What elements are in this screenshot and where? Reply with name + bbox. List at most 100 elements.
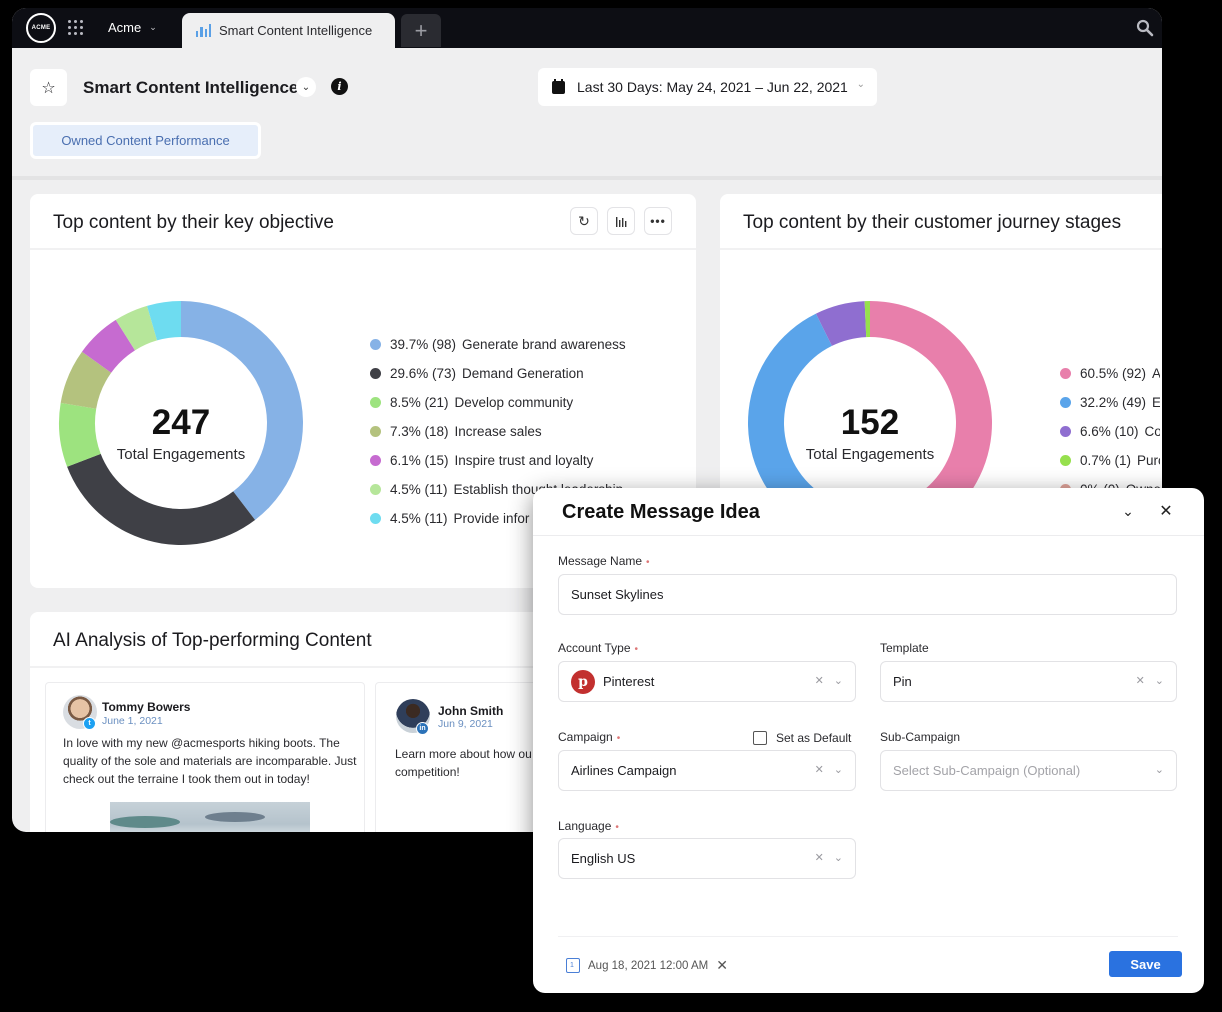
legend-label: Generate brand awareness <box>462 337 626 352</box>
legend-swatch <box>370 368 381 379</box>
set-as-default-checkbox[interactable] <box>753 731 767 745</box>
chevron-down-icon: ⌄ <box>1122 502 1134 519</box>
post-author: John Smith <box>438 704 504 718</box>
legend-swatch <box>1060 397 1071 408</box>
dashboard-switcher-button[interactable]: ⌄ <box>296 77 316 97</box>
legend-swatch <box>370 426 381 437</box>
legend-label: E <box>1152 395 1160 410</box>
legend-item[interactable]: 39.7% (98) Generate brand awareness <box>370 330 626 359</box>
clear-schedule-icon[interactable]: ✕ <box>716 957 728 974</box>
required-indicator: • <box>646 557 650 568</box>
card-title: AI Analysis of Top-performing Content <box>53 630 372 651</box>
legend-label: Inspire trust and loyalty <box>454 453 594 468</box>
chevron-down-icon: ⌄ <box>301 81 311 93</box>
new-tab-button[interactable]: + <box>401 14 441 47</box>
schedule-date: Aug 18, 2021 12:00 AM <box>588 959 709 972</box>
tab-label: Smart Content Intelligence <box>219 23 373 38</box>
total-engagements-value: 152 <box>840 403 900 442</box>
required-indicator: • <box>634 644 639 655</box>
campaign-label: Campaign • <box>558 730 620 744</box>
calendar-icon[interactable] <box>566 958 580 973</box>
legend-label: Provide infor <box>453 511 530 526</box>
post-author: Tommy Bowers <box>102 700 191 714</box>
language-label: Language • <box>558 819 619 833</box>
language-select[interactable]: English US ✕ ⌄ <box>558 838 856 879</box>
bar-chart-icon <box>616 217 627 227</box>
view-tab-owned-content-performance[interactable]: Owned Content Performance <box>30 122 261 159</box>
donut-slice[interactable] <box>67 453 256 545</box>
clear-icon[interactable]: ✕ <box>815 674 824 687</box>
refresh-button[interactable]: ↻ <box>570 207 598 235</box>
legend-item[interactable]: 7.3% (18) Increase sales <box>370 417 626 446</box>
campaign-value: Airlines Campaign <box>571 763 677 778</box>
legend-label: Develop community <box>454 395 574 410</box>
acme-logo[interactable]: ACME <box>26 13 56 43</box>
chevron-down-icon: ⌄ <box>833 675 843 687</box>
search-icon[interactable] <box>1136 19 1154 37</box>
legend-label: Co <box>1144 424 1160 439</box>
total-engagements-label: Total Engagements <box>805 446 935 463</box>
refresh-icon: ↻ <box>578 212 590 229</box>
clear-icon[interactable]: ✕ <box>815 851 824 864</box>
campaign-select[interactable]: Airlines Campaign ✕ ⌄ <box>558 750 856 791</box>
post-body: In love with my new @acmesports hiking b… <box>63 736 357 786</box>
post-image <box>110 802 310 832</box>
legend-item[interactable]: 0.7% (1) Purc <box>1060 446 1160 475</box>
message-name-label: Message Name • <box>558 554 650 568</box>
chart-type-button[interactable] <box>607 207 635 235</box>
top-bar: ACME Acme ⌄ Smart Content Intelligence + <box>12 8 1162 48</box>
account-type-select[interactable]: p Pinterest ✕ ⌄ <box>558 661 856 702</box>
legend-value: 4.5% (11) <box>390 511 448 526</box>
sub-campaign-select[interactable]: Select Sub-Campaign (Optional) ⌄ <box>880 750 1177 791</box>
dialog-divider <box>533 535 1204 536</box>
chevron-down-icon: ⌄ <box>1154 675 1164 687</box>
collapse-dialog-button[interactable]: ⌄ <box>1118 501 1138 521</box>
donut-center: 152 Total Engagements <box>770 405 970 463</box>
create-message-idea-dialog: Create Message Idea ⌄ ✕ Message Name • Su… <box>533 488 1204 993</box>
total-engagements-label: Total Engagements <box>116 446 246 463</box>
chevron-down-icon: ⌄ <box>833 764 843 776</box>
org-switcher[interactable]: Acme ⌄ <box>108 20 157 35</box>
chevron-down-icon: ⌄ <box>149 22 157 32</box>
twitter-icon: t <box>83 717 96 730</box>
total-engagements-value: 247 <box>151 403 211 442</box>
chart-icon <box>196 24 211 37</box>
legend-swatch <box>370 484 381 495</box>
save-button[interactable]: Save <box>1109 951 1182 977</box>
legend-item[interactable]: 32.2% (49) E <box>1060 388 1160 417</box>
clear-icon[interactable]: ✕ <box>1136 674 1145 687</box>
info-icon[interactable]: i <box>331 78 348 95</box>
date-range-picker[interactable]: Last 30 Days: May 24, 2021 – Jun 22, 202… <box>538 68 877 106</box>
legend-label: Purc <box>1137 453 1160 468</box>
legend-item[interactable]: 8.5% (21) Develop community <box>370 388 626 417</box>
required-indicator: • <box>615 822 619 833</box>
linkedin-icon: in <box>416 722 429 735</box>
sub-campaign-label: Sub-Campaign <box>880 730 961 744</box>
legend-item[interactable]: 6.6% (10) Co <box>1060 417 1160 446</box>
card-divider <box>720 248 1162 250</box>
tab-smart-content-intelligence[interactable]: Smart Content Intelligence <box>182 13 395 48</box>
legend-value: 29.6% (73) <box>390 366 457 381</box>
post-date: June 1, 2021 <box>102 715 163 727</box>
more-icon: ••• <box>650 214 666 228</box>
legend-item[interactable]: 29.6% (73) Demand Generation <box>370 359 626 388</box>
page-title: Smart Content Intelligence <box>83 78 299 97</box>
app-launcher-icon[interactable] <box>68 20 84 36</box>
legend-item[interactable]: 60.5% (92) A <box>1060 359 1160 388</box>
legend-value: 6.1% (15) <box>390 453 449 468</box>
clear-icon[interactable]: ✕ <box>815 763 824 776</box>
more-options-button[interactable]: ••• <box>644 207 672 235</box>
set-as-default-label[interactable]: Set as Default <box>776 731 851 745</box>
template-select[interactable]: Pin ✕ ⌄ <box>880 661 1177 702</box>
post-card[interactable]: t Tommy Bowers June 1, 2021 In love with… <box>45 682 365 832</box>
schedule-info: Aug 18, 2021 12:00 AM ✕ <box>566 957 728 974</box>
chevron-down-icon: ⌄ <box>833 852 843 864</box>
legend-value: 39.7% (98) <box>390 337 457 352</box>
template-value: Pin <box>893 674 912 689</box>
pinterest-icon: p <box>571 669 595 694</box>
legend-value: 32.2% (49) <box>1080 395 1147 410</box>
legend-item[interactable]: 6.1% (15) Inspire trust and loyalty <box>370 446 626 475</box>
message-name-input[interactable]: Sunset Skylines <box>558 574 1177 615</box>
close-dialog-button[interactable]: ✕ <box>1156 501 1176 521</box>
favorite-star-button[interactable]: ☆ <box>30 69 67 106</box>
